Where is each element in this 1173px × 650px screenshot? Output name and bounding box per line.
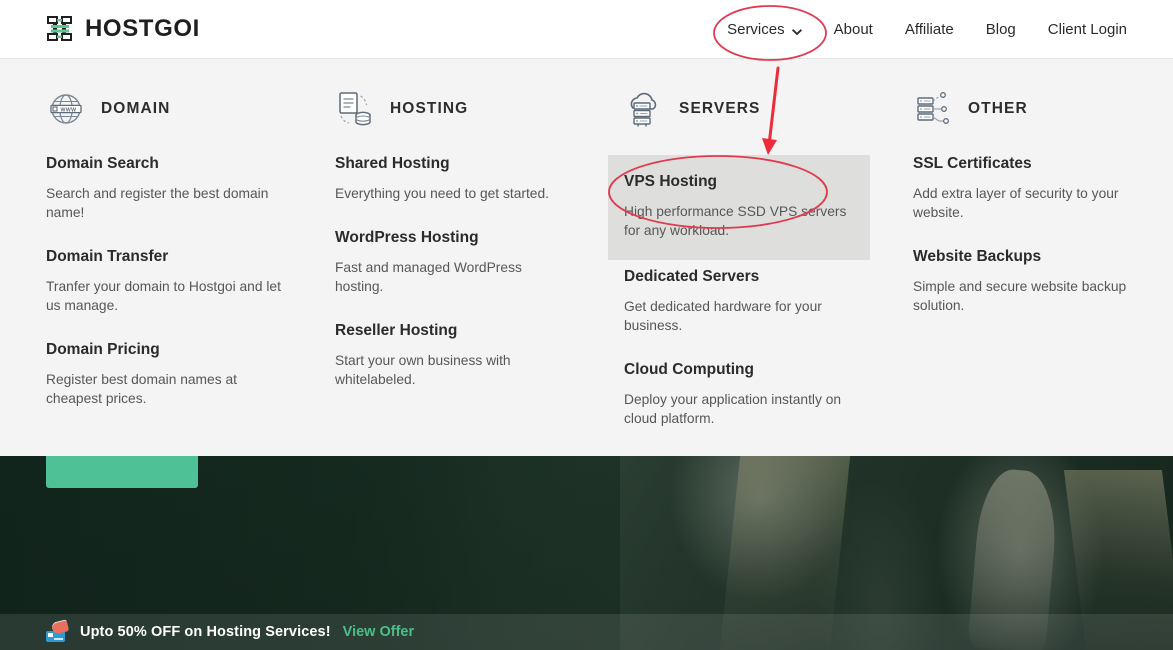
mega-entry-dedicated-servers[interactable]: Dedicated Servers Get dedicated hardware… [624,268,879,335]
mega-entry-desc: Start your own business with whitelabele… [335,353,511,387]
mega-entry-desc: Tranfer your domain to Hostgoi and let u… [46,279,281,313]
mega-entry-website-backups[interactable]: Website Backups Simple and secure websit… [913,248,1173,315]
mega-entry-desc: Deploy your application instantly on clo… [624,392,842,426]
mega-entry-desc: Everything you need to get started. [335,186,549,201]
mega-entry-domain-search[interactable]: Domain Search Search and register the be… [46,155,301,222]
mega-column-title: OTHER [968,100,1028,117]
megaphone-card-emoji-icon: ✕ [46,619,70,643]
brand-name: HOSTGOI [85,15,200,42]
mega-entry-shared-hosting[interactable]: Shared Hosting Everything you need to ge… [335,155,590,203]
promo-text: Upto 50% OFF on Hosting Services! [80,624,331,640]
mega-entry-reseller-hosting[interactable]: Reseller Hosting Start your own business… [335,322,590,389]
mega-entry-cloud-computing[interactable]: Cloud Computing Deploy your application … [624,361,879,428]
mega-entry-desc: Get dedicated hardware for your business… [624,299,822,333]
nav-item-client-login[interactable]: Client Login [1048,21,1127,38]
svg-text:WWW: WWW [61,108,77,114]
mega-entry-title[interactable]: Shared Hosting [335,155,586,173]
mega-column-header: OTHER [913,89,1173,129]
mega-column-header: WWW DOMAIN [46,89,301,129]
services-mega-dropdown: WWW DOMAIN Domain Search Search and regi… [0,58,1173,456]
mega-entry-title[interactable]: Domain Transfer [46,248,297,266]
mega-entry-desc: Fast and managed WordPress hosting. [335,260,522,294]
mega-entry-desc: Search and register the best domain name… [46,186,269,220]
site-header: HOSTGOI Services About Affiliate Blog Cl… [0,0,1173,58]
promo-bar: ✕ Upto 50% OFF on Hosting Services! View… [0,614,1173,650]
mega-entry-desc: Register best domain names at cheapest p… [46,372,237,406]
mega-entry-domain-transfer[interactable]: Domain Transfer Tranfer your domain to H… [46,248,301,315]
view-offer-link[interactable]: View Offer [343,624,414,640]
chevron-down-icon [791,24,802,35]
main-navigation: Services About Affiliate Blog Client Log… [727,21,1127,38]
mega-entry-ssl-certificates[interactable]: SSL Certificates Add extra layer of secu… [913,155,1173,222]
page-root: ✕ Upto 50% OFF on Hosting Services! View… [0,0,1173,650]
mega-entry-vps-hosting[interactable]: VPS Hosting High performance SSD VPS ser… [608,155,870,260]
nav-item-services[interactable]: Services [727,21,802,38]
mega-column-title: DOMAIN [101,100,171,117]
mega-entry-title[interactable]: WordPress Hosting [335,229,586,247]
globe-www-icon: WWW [46,89,86,129]
document-database-icon [335,89,375,129]
mega-entry-domain-pricing[interactable]: Domain Pricing Register best domain name… [46,341,301,408]
mega-column-header: SERVERS [624,89,879,129]
mega-entry-title[interactable]: Dedicated Servers [624,268,875,286]
mega-entry-title[interactable]: Domain Search [46,155,297,173]
mega-column-other: OTHER SSL Certificates Add extra layer o… [913,89,1173,457]
server-rack-logo-icon [46,14,76,44]
server-network-icon [913,89,953,129]
mega-entry-desc: Simple and secure website backup solutio… [913,279,1127,313]
mega-column-domain: WWW DOMAIN Domain Search Search and regi… [46,89,335,457]
nav-item-blog[interactable]: Blog [986,21,1016,38]
mega-entry-desc: Add extra layer of security to your webs… [913,186,1119,220]
mega-entry-desc: High performance SSD VPS servers for any… [624,204,847,238]
mega-column-title: HOSTING [390,100,469,117]
mega-column-servers: SERVERS VPS Hosting High performance SSD… [608,89,913,457]
mega-column-title: SERVERS [679,100,761,117]
nav-item-affiliate[interactable]: Affiliate [905,21,954,38]
mega-entry-title[interactable]: Cloud Computing [624,361,875,379]
mega-entry-title[interactable]: Domain Pricing [46,341,297,359]
mega-entry-title[interactable]: SSL Certificates [913,155,1173,173]
brand-logo[interactable]: HOSTGOI [46,14,200,44]
mega-entry-wordpress-hosting[interactable]: WordPress Hosting Fast and managed WordP… [335,229,590,296]
mega-column-hosting: HOSTING Shared Hosting Everything you ne… [335,89,624,457]
nav-item-label: Services [727,20,785,38]
mega-entry-title[interactable]: Reseller Hosting [335,322,586,340]
mega-entry-title[interactable]: Website Backups [913,248,1173,266]
cloud-server-icon [624,89,664,129]
nav-item-about[interactable]: About [834,21,873,38]
mega-entry-title[interactable]: VPS Hosting [624,173,854,191]
mega-column-header: HOSTING [335,89,590,129]
